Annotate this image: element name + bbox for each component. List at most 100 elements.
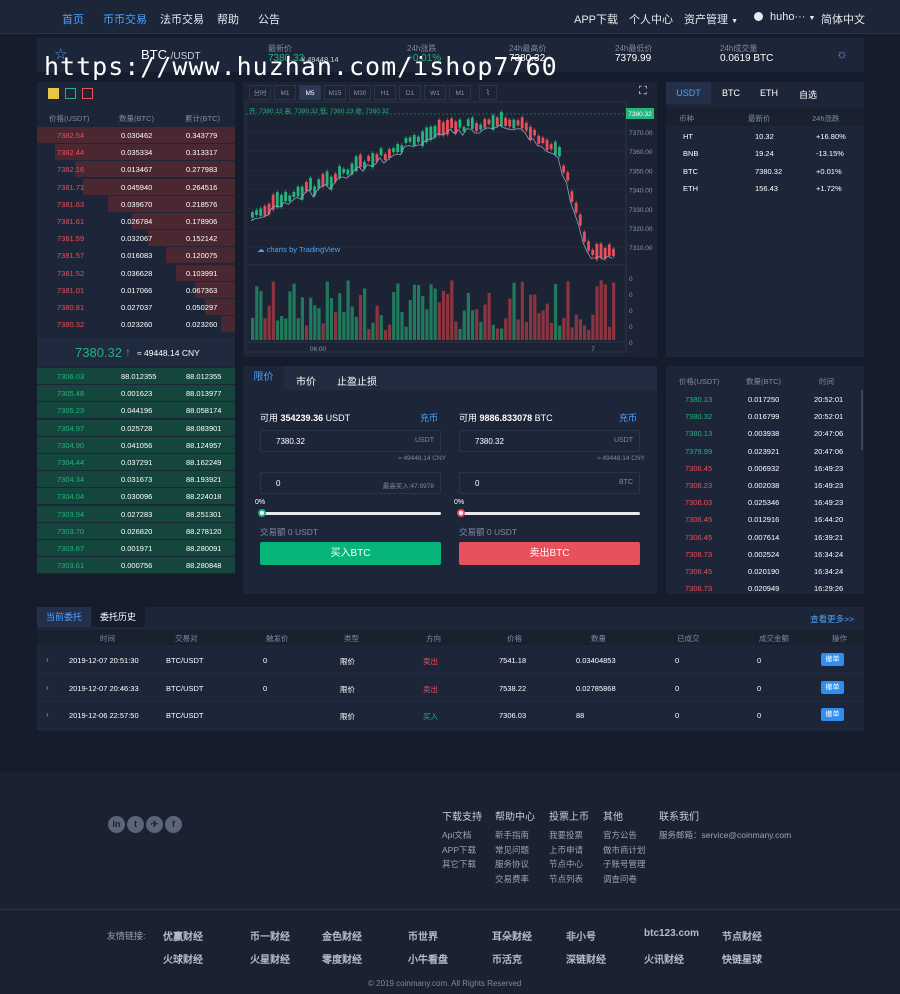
bid-row[interactable]: 7304.34 0.031673 88.193921 [37, 471, 235, 488]
footer-link[interactable]: 调查问卷 [603, 873, 637, 885]
kline-canvas[interactable]: 7370.00 7360.00 7350.00 7340.00 7330.00 7320.… [243, 82, 657, 357]
footer-link[interactable]: 其它下载 [442, 858, 476, 870]
partner-link[interactable]: 币一财经 [250, 928, 290, 943]
nav-fiat-trade[interactable]: 法币交易 [160, 11, 204, 27]
sell-deposit-link[interactable]: 充币 [619, 411, 637, 424]
bid-row[interactable]: 7304.90 0.041056 88.124957 [37, 436, 235, 454]
buy-amount-input[interactable]: 0 最高买入:47.9978 [260, 472, 441, 494]
partner-link[interactable]: 币世界 [408, 928, 438, 943]
tab-btc[interactable]: BTC [722, 88, 740, 98]
bid-row[interactable]: 7303.61 0.000756 88.280848 [37, 557, 235, 574]
tab-current-orders[interactable]: 当前委托 [37, 607, 91, 627]
buy-button[interactable]: 买入BTC [260, 542, 441, 565]
bid-row[interactable]: 7303.67 0.001971 88.280091 [37, 540, 235, 557]
partner-link[interactable]: 火球财经 [163, 951, 203, 966]
ask-row[interactable]: 7381.61 0.026784 0.178906 [37, 213, 235, 230]
tab-eth[interactable]: ETH [760, 88, 778, 98]
bid-row[interactable]: 7304.97 0.025728 88.083901 [37, 419, 235, 437]
partner-link[interactable]: 优赢财经 [163, 928, 203, 943]
book-layout-bids-icon[interactable] [65, 88, 76, 99]
contact-email[interactable]: 服务邮箱：service@coinmany.com [659, 829, 791, 841]
partner-link[interactable]: 币活克 [492, 951, 522, 966]
nav-help[interactable]: 帮助 [217, 11, 239, 27]
partner-link[interactable]: 火讯财经 [644, 951, 684, 966]
ask-row[interactable]: 7380.81 0.027037 0.050297 [37, 299, 235, 316]
tab-favorites[interactable]: 自选 [799, 88, 817, 101]
bid-row[interactable]: 7303.70 0.026820 88.278120 [37, 522, 235, 540]
footer-link[interactable]: Api文档 [442, 829, 471, 841]
footer-link[interactable]: 上币申请 [549, 844, 583, 856]
tab-market[interactable]: 市价 [296, 373, 316, 388]
theme-toggle-icon[interactable]: ☼ [836, 46, 848, 61]
sell-amount-input[interactable]: 0 BTC [459, 472, 640, 494]
footer-link[interactable]: 节点中心 [549, 858, 583, 870]
sell-price-input[interactable]: 7380.32 USDT [459, 430, 640, 452]
ask-row[interactable]: 7382.16 0.013467 0.277983 [37, 161, 235, 178]
buy-percent-slider[interactable] [260, 512, 441, 515]
footer-link[interactable]: 新手指南 [495, 829, 529, 841]
market-row[interactable]: HT 10.32 +16.80% [666, 128, 864, 145]
footer-link[interactable]: 交易费率 [495, 873, 529, 885]
social-icon[interactable]: f [165, 816, 182, 833]
ask-row[interactable]: 7381.63 0.039670 0.218576 [37, 195, 235, 213]
sell-slider-handle[interactable] [457, 509, 465, 517]
buy-price-input[interactable]: 7380.32 USDT [260, 430, 441, 452]
ask-row[interactable]: 7381.52 0.036628 0.103991 [37, 264, 235, 282]
social-icon[interactable]: t [127, 816, 144, 833]
footer-link[interactable]: 服务协议 [495, 858, 529, 870]
tab-usdt[interactable]: USDT [666, 82, 711, 104]
bid-row[interactable]: 7305.48 0.001623 88.013977 [37, 385, 235, 402]
cancel-order-button[interactable]: 撤单 [821, 680, 844, 694]
footer-link[interactable]: 官方公告 [603, 829, 637, 841]
nav-app-download[interactable]: APP下载 [574, 11, 618, 27]
expand-chevron-icon[interactable]: › [46, 655, 49, 664]
partner-link[interactable]: btc123.com [644, 928, 699, 939]
footer-link[interactable]: APP下载 [442, 844, 476, 856]
bid-row[interactable]: 7304.04 0.030096 88.224018 [37, 488, 235, 505]
partner-link[interactable]: 节点财经 [722, 928, 762, 943]
partner-link[interactable]: 快链星球 [722, 951, 762, 966]
nav-notice[interactable]: 公告 [258, 11, 280, 27]
bid-row[interactable]: 7306.03 88.012355 88.012355 [37, 368, 235, 385]
cancel-order-button[interactable]: 撤单 [821, 708, 844, 721]
footer-link[interactable]: 节点列表 [549, 873, 583, 885]
bid-row[interactable]: 7303.94 0.027283 88.251301 [37, 505, 235, 523]
ask-row[interactable]: 7381.71 0.045940 0.264516 [37, 178, 235, 196]
bid-row[interactable]: 7304.44 0.037291 88.162249 [37, 454, 235, 471]
market-row[interactable]: ETH 156.43 +1.72% [666, 180, 864, 197]
ask-row[interactable]: 7381.59 0.032067 0.152142 [37, 230, 235, 247]
buy-deposit-link[interactable]: 充币 [420, 411, 438, 424]
partner-link[interactable]: 零度财经 [322, 951, 362, 966]
market-row[interactable]: BTC 7380.32 +0.01% [666, 163, 864, 180]
ask-row[interactable]: 7382.44 0.035334 0.313317 [37, 144, 235, 161]
partner-link[interactable]: 火星财经 [250, 951, 290, 966]
partner-link[interactable]: 小牛看盘 [408, 951, 448, 966]
footer-link[interactable]: 做市商计划 [603, 844, 646, 856]
sell-percent-slider[interactable] [459, 512, 640, 515]
bid-row[interactable]: 7305.23 0.044196 88.058174 [37, 402, 235, 419]
market-row[interactable]: BNB 19.24 -13.15% [666, 145, 864, 162]
ask-row[interactable]: 7380.32 0.023260 0.023260 [37, 316, 235, 333]
tab-order-history[interactable]: 委托历史 [91, 607, 145, 627]
expand-chevron-icon[interactable]: › [46, 710, 49, 719]
tab-limit[interactable]: 限价 [243, 366, 284, 390]
ask-row[interactable]: 7381.01 0.017066 0.067363 [37, 281, 235, 299]
tab-stop[interactable]: 止盈止损 [337, 373, 377, 388]
user-menu[interactable]: huho··· ▼ [754, 11, 815, 23]
book-layout-asks-icon[interactable] [82, 88, 93, 99]
social-icon[interactable]: ✈ [146, 816, 163, 833]
buy-slider-handle[interactable] [258, 509, 266, 517]
partner-link[interactable]: 非小号 [566, 928, 596, 943]
language-select[interactable]: 简体中文 [821, 11, 865, 27]
social-icon[interactable]: in [108, 816, 125, 833]
nav-coin-trade[interactable]: 币币交易 [103, 11, 147, 27]
cancel-order-button[interactable]: 撤单 [821, 653, 844, 666]
footer-link[interactable]: 子账号管理 [603, 858, 646, 870]
view-more-link[interactable]: 查看更多>> [810, 613, 854, 625]
ask-row[interactable]: 7382.54 0.030462 0.343779 [37, 127, 235, 144]
partner-link[interactable]: 深链财经 [566, 951, 606, 966]
partner-link[interactable]: 金色财经 [322, 928, 362, 943]
ask-row[interactable]: 7381.57 0.016083 0.120075 [37, 247, 235, 264]
footer-link[interactable]: 我要投票 [549, 829, 583, 841]
nav-user-center[interactable]: 个人中心 [629, 11, 673, 27]
